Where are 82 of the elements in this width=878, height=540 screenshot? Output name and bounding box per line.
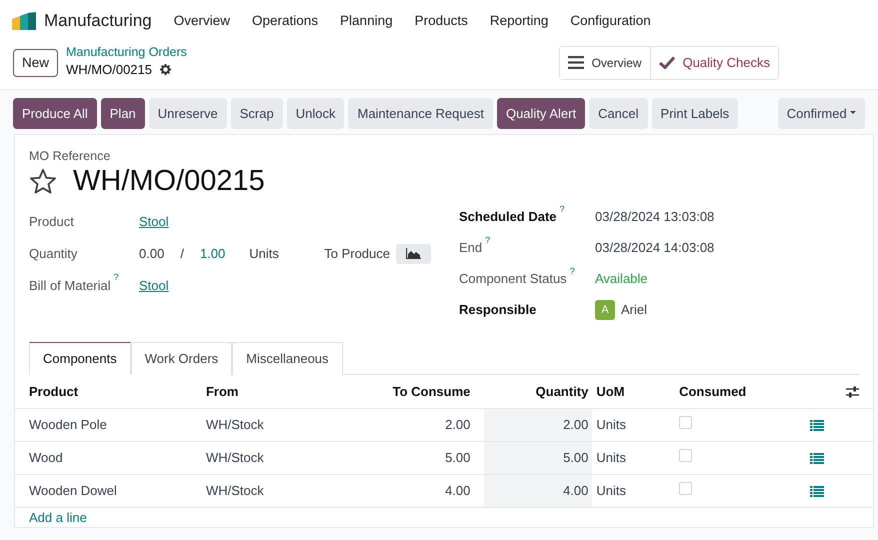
status-dropdown[interactable]: Confirmed [778,98,865,129]
help-icon[interactable]: ? [114,272,119,282]
breadcrumb-link[interactable]: Manufacturing Orders [66,46,187,60]
checkbox[interactable] [679,449,692,462]
table-cell: WH/Stock [192,474,323,508]
action-button[interactable]: Cancel [589,98,648,129]
menu-item[interactable]: Configuration [570,10,651,32]
action-button[interactable]: Unlock [286,98,344,129]
app-name[interactable]: Manufacturing [44,8,152,34]
column-header[interactable]: To Consume [322,375,484,408]
new-button[interactable]: New [13,48,58,77]
table-cell[interactable]: 4.00 [484,474,592,508]
field-label: Component Status [459,271,567,286]
action-button[interactable]: Unreserve [148,98,227,129]
help-icon[interactable]: ? [485,234,490,245]
field-label: End [459,240,482,256]
field-label: MO Reference [29,148,112,165]
user-name[interactable]: Ariel [621,300,648,320]
action-button[interactable]: Scrap [230,98,283,129]
avatar-icon: A [595,300,615,320]
action-button[interactable]: Print Labels [652,98,738,129]
action-button[interactable]: Maintenance Request [348,98,493,129]
table-cell: Units [592,474,666,508]
checkbox[interactable] [679,482,692,496]
status-text: Available [595,270,648,288]
unit-text: Units [249,244,279,263]
field-value[interactable]: Stool [139,212,169,232]
action-button[interactable]: Quality Alert [496,98,586,129]
separator-text: / [180,244,184,263]
table-cell: Wood [15,441,192,474]
breadcrumb-current: WH/MO/00215 [66,60,152,79]
record-title: WH/MO/00215 [73,166,265,198]
tab[interactable]: Work Orders [130,342,232,376]
table-cell: WH/Stock [192,408,323,442]
list-icon[interactable] [810,486,824,497]
action-button[interactable]: Produce All [13,98,97,129]
field-label: Quantity [29,246,78,261]
field-value[interactable]: Stool [139,276,169,296]
checkbox[interactable] [679,416,692,430]
column-header[interactable]: UoM [592,375,666,408]
menu-item[interactable]: Planning [340,10,393,32]
action-button[interactable]: Plan [100,98,145,129]
chart-button[interactable] [396,244,431,264]
menu-item[interactable]: Reporting [490,10,548,32]
menu-item[interactable]: Operations [252,10,318,32]
help-icon[interactable]: ? [560,204,565,214]
menu-item[interactable]: Overview [174,10,230,32]
star-icon[interactable] [29,168,57,196]
gear-icon[interactable] [160,64,171,76]
field-label: Responsible [459,302,536,318]
table-cell: Wooden Dowel [15,474,192,508]
column-header[interactable]: Consumed [665,375,810,408]
list-icon[interactable] [810,420,824,431]
help-icon[interactable]: ? [570,266,575,276]
field-label: Bill of Material [29,278,111,293]
menu-item[interactable]: Products [414,10,468,32]
column-header[interactable]: From [192,375,323,408]
table-cell[interactable]: 2.00 [484,408,592,442]
menu-icon [568,56,584,70]
table-cell[interactable]: 5.00 [484,441,592,474]
add-line-link[interactable]: Add a line [15,510,101,525]
field-label: Scheduled Date [459,209,557,224]
sliders-icon[interactable] [846,386,859,398]
field-value: 03/28/2024 14:03:08 [595,239,714,258]
quality-checks-button[interactable]: Quality Checks [650,47,778,78]
table-cell: Units [592,408,666,442]
field-label: Product [29,214,74,229]
tab[interactable]: Miscellaneous [232,342,343,376]
app-logo-icon[interactable] [12,12,36,30]
checkmark-icon [658,56,675,70]
table-cell: Wooden Pole [15,408,192,442]
list-icon[interactable] [810,452,824,464]
column-header[interactable]: Quantity [484,375,592,408]
field-value: 03/28/2024 13:03:08 [595,208,714,226]
field-label: To Produce [324,244,390,263]
field-value[interactable]: 1.00 [200,244,226,264]
column-header[interactable]: Product [15,375,192,408]
table-cell: WH/Stock [192,441,323,474]
area-chart-icon [406,248,421,260]
field-value: 0.00 [139,244,164,263]
table-cell: Units [592,441,666,474]
tab[interactable]: Components [29,342,131,376]
